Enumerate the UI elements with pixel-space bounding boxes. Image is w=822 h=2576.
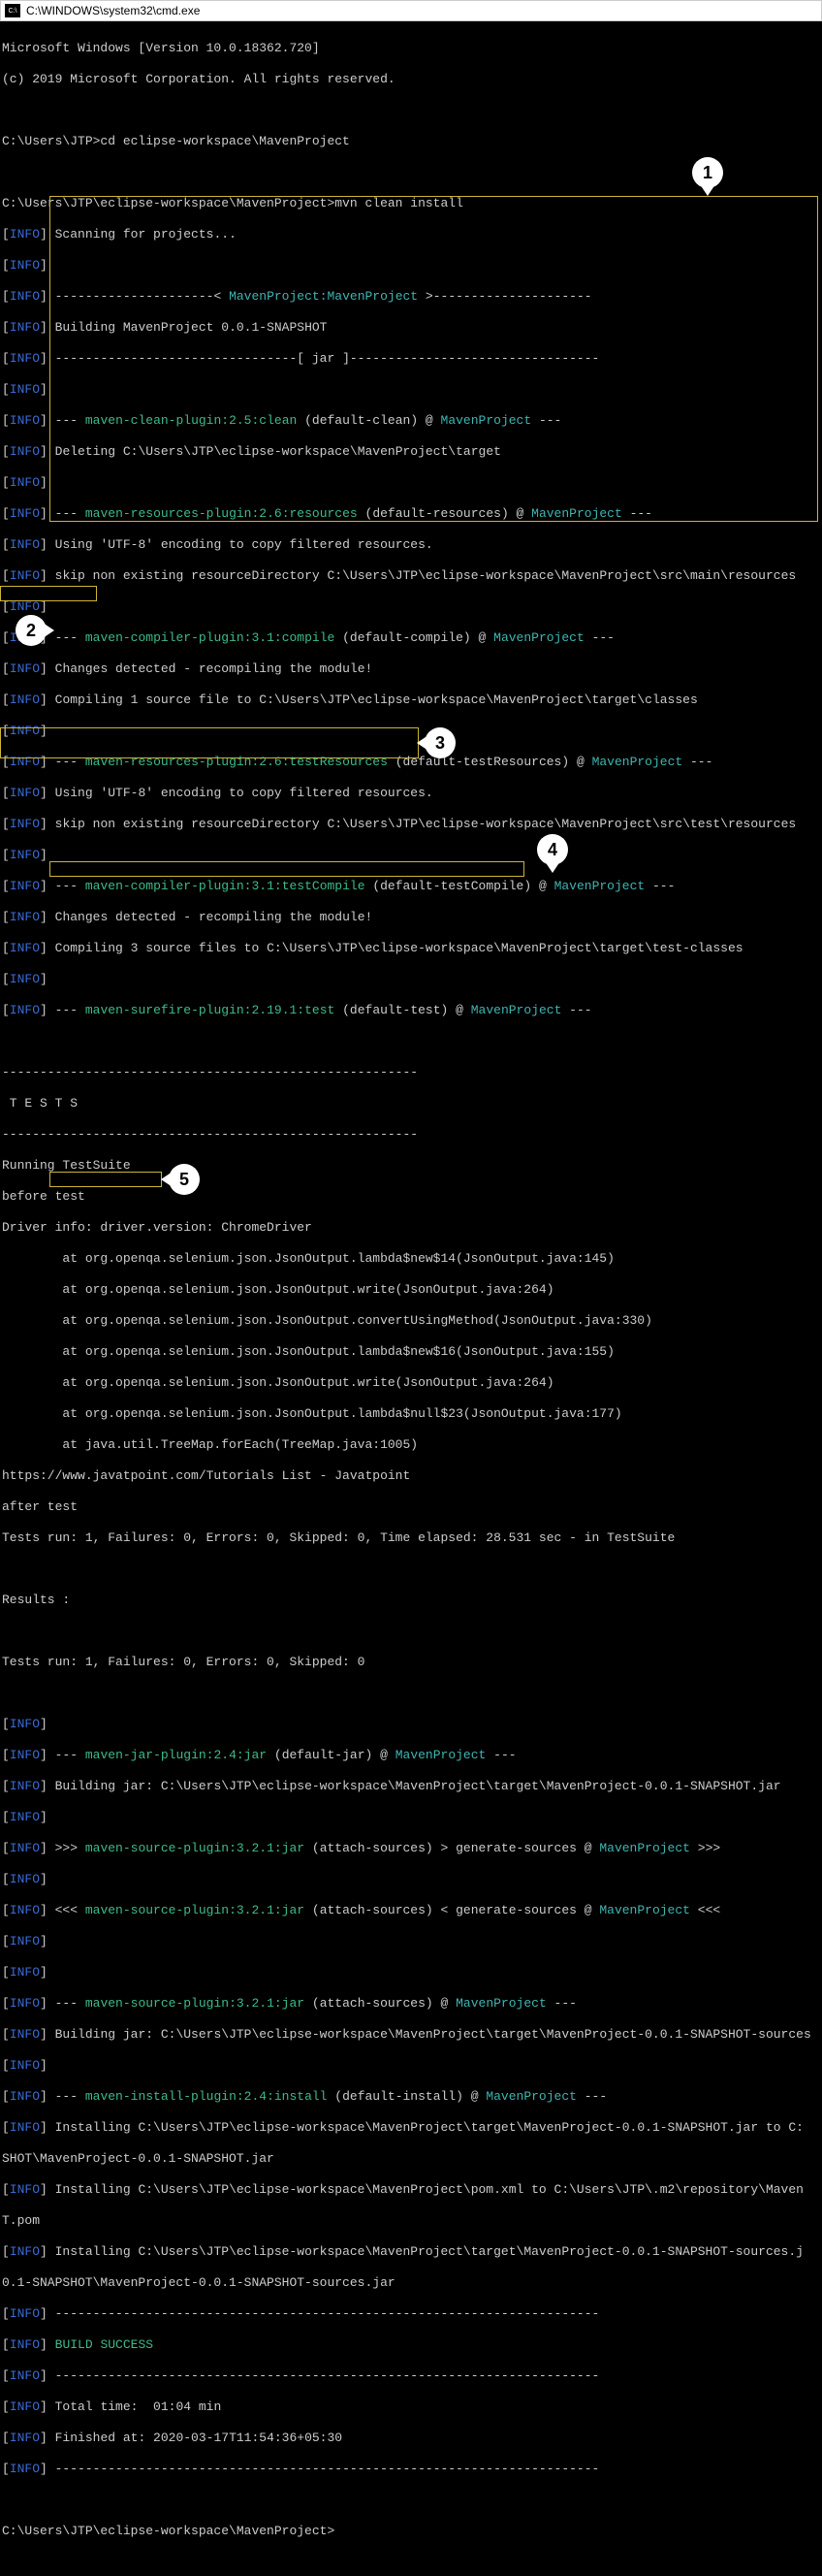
prompt-line: C:\Users\JTP>cd eclipse-workspace\MavenP… [2, 134, 820, 149]
cmd-icon: C:\ [5, 4, 20, 17]
callout-3: 3 [425, 727, 456, 758]
callout-1: 1 [692, 157, 723, 188]
annotation-box-4 [49, 861, 524, 877]
header-line: (c) 2019 Microsoft Corporation. All righ… [2, 72, 820, 87]
window-title: C:\WINDOWS\system32\cmd.exe [26, 4, 200, 17]
title-bar[interactable]: C:\ C:\WINDOWS\system32\cmd.exe [0, 0, 822, 21]
build-success: BUILD SUCCESS [55, 2337, 153, 2352]
terminal-output[interactable]: Microsoft Windows [Version 10.0.18362.72… [0, 21, 822, 2576]
callout-4: 4 [537, 834, 568, 865]
prompt-line: C:\Users\JTP\eclipse-workspace\MavenProj… [2, 196, 820, 211]
prompt-line: C:\Users\JTP\eclipse-workspace\MavenProj… [2, 2524, 820, 2539]
callout-5: 5 [169, 1164, 200, 1195]
callout-2: 2 [16, 615, 47, 646]
header-line: Microsoft Windows [Version 10.0.18362.72… [2, 41, 820, 56]
annotation-box-5 [49, 1172, 162, 1187]
